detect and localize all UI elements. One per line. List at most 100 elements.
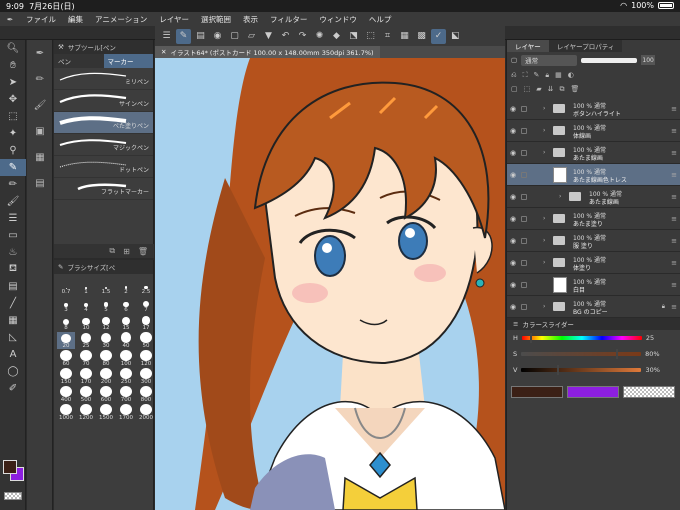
snap-icon[interactable]: ⌗ [380, 29, 395, 44]
layer-menu-icon[interactable]: ≡ [671, 105, 677, 113]
brush-size-option[interactable]: 500 [77, 386, 95, 403]
new-icon[interactable]: ▢ [227, 29, 242, 44]
grid-icon[interactable]: ▦ [397, 29, 412, 44]
visibility-eye-icon[interactable]: ◉ [510, 281, 516, 289]
reference-icon[interactable]: ⛶ [523, 71, 528, 80]
brush-size-option[interactable]: 50 [137, 332, 155, 349]
brush-item-sign-pen[interactable]: サインペン [54, 90, 153, 112]
menu-help[interactable]: ヘルプ [363, 14, 398, 25]
visibility-eye-icon[interactable]: ◉ [510, 149, 516, 157]
visibility-eye-icon[interactable]: ◉ [510, 171, 516, 179]
delete-subtool-icon[interactable]: 🗑︎ [138, 247, 148, 256]
lock-icon[interactable]: 🔒︎ [545, 71, 549, 80]
brush-size-option[interactable]: 1200 [77, 404, 95, 421]
layer-row[interactable]: ◉ › 100 % 通常 体線画 ≡ [507, 120, 680, 142]
menu-window[interactable]: ウィンドウ [313, 14, 363, 25]
redo-icon[interactable]: ↷ [295, 29, 310, 44]
eyedropper-icon[interactable]: ⚲ [0, 142, 26, 159]
move-icon[interactable]: ✥ [0, 91, 26, 108]
layer-settings-icon[interactable]: ▤ [193, 29, 208, 44]
ruler-icon[interactable]: ◺ [0, 329, 26, 346]
draft-icon[interactable]: ✎ [534, 71, 540, 79]
layer-row[interactable]: ◉ › 100 % 通常 ボタンハイライト ≡ [507, 98, 680, 120]
brush-size-option[interactable]: 170 [77, 368, 95, 385]
layer-menu-icon[interactable]: ≡ [671, 215, 677, 223]
folder-arrow-icon[interactable]: › [543, 127, 545, 134]
brush-size-option[interactable]: 150 [57, 368, 75, 385]
figure-icon[interactable]: ╱ [0, 295, 26, 312]
camera-icon[interactable]: ◉ [210, 29, 225, 44]
visibility-eye-icon[interactable]: ◉ [510, 259, 516, 267]
brush-size-option[interactable]: 8 [57, 314, 75, 331]
main-color-chip[interactable] [3, 460, 17, 474]
brush-size-option[interactable]: 1000 [57, 404, 75, 421]
airbrush-group-icon[interactable]: ▣ [27, 118, 53, 144]
layer-check-box[interactable] [521, 260, 527, 266]
menu-layer[interactable]: レイヤー [153, 14, 195, 25]
pen-settings-icon[interactable]: ✎ [176, 28, 191, 44]
brush-item-milli-pen[interactable]: ミリペン [54, 68, 153, 90]
brush-size-option[interactable]: 2 [117, 278, 135, 295]
tab-pen[interactable]: ペン [54, 54, 104, 68]
main-color-swatch[interactable] [511, 386, 563, 398]
brush-size-option[interactable]: 15 [117, 314, 135, 331]
layer-row[interactable]: ◉ › 100 % 通常 体塗り ≡ [507, 252, 680, 274]
menu-view[interactable]: 表示 [237, 14, 264, 25]
zoom-icon[interactable]: 🔍︎ [0, 40, 26, 57]
brush-size-option[interactable]: 120 [137, 350, 155, 367]
brush-size-option[interactable]: 1500 [97, 404, 115, 421]
pencil-group-icon[interactable]: ✏ [27, 66, 53, 92]
layer-check-box[interactable] [521, 282, 527, 288]
brush-size-option[interactable]: 2000 [137, 404, 155, 421]
balloon-icon[interactable]: ◯ [0, 363, 26, 380]
brush-item-fill-pen[interactable]: べた塗りペン [54, 112, 153, 134]
folder-arrow-icon[interactable]: › [559, 193, 561, 200]
blend-mode-select[interactable]: 通常 [521, 54, 578, 66]
auto-select-icon[interactable]: ✦ [0, 125, 26, 142]
hue-knob[interactable] [530, 333, 533, 343]
layer-row[interactable]: ◉ › 100 % 通常服 塗り ≡ [507, 230, 680, 252]
layer-row[interactable]: ◉ › 100 % 通常 BG のコピー 🔒︎ ≡ [507, 296, 680, 318]
transparent-color-chip[interactable] [4, 492, 22, 500]
layer-check-box[interactable] [521, 128, 527, 134]
correct-line-icon[interactable]: ✐ [0, 380, 26, 397]
layer-menu-icon[interactable]: ≡ [671, 259, 677, 267]
brush-size-option[interactable]: 80 [97, 350, 115, 367]
transform-icon[interactable]: ⬔ [346, 29, 361, 44]
folder-arrow-icon[interactable]: › [543, 303, 545, 310]
fill-selection-icon[interactable]: ◆ [329, 29, 344, 44]
tab-layer[interactable]: レイヤー [507, 40, 549, 52]
copy-layer-icon[interactable]: ⧉ [560, 85, 565, 94]
layer-menu-icon[interactable]: ≡ [671, 281, 677, 289]
brush-size-option[interactable]: 600 [97, 386, 115, 403]
sub-color-swatch[interactable] [567, 386, 619, 398]
layer-check-box[interactable] [521, 304, 527, 310]
brush-size-option[interactable]: 100 [117, 350, 135, 367]
visibility-eye-icon[interactable]: ◉ [510, 215, 516, 223]
deselect-icon[interactable]: ⬚ [363, 29, 378, 44]
save-icon[interactable]: ▼ [261, 29, 276, 44]
brush-size-option[interactable]: 6 [117, 296, 135, 313]
color-chips[interactable] [3, 460, 24, 482]
blend-icon[interactable]: ♨ [0, 244, 26, 261]
layer-row[interactable]: ◉ › 100 % 通常 あたま線画 ≡ [507, 142, 680, 164]
tab-layer-property[interactable]: レイヤープロパティ [548, 40, 623, 52]
brush-size-option[interactable]: 12 [97, 314, 115, 331]
layer-check-box[interactable] [521, 238, 527, 244]
brush-size-option[interactable]: 5 [97, 296, 115, 313]
opacity-value[interactable]: 100 [641, 55, 656, 65]
visibility-eye-icon[interactable]: ◉ [510, 127, 516, 135]
brush-size-option[interactable]: 250 [117, 368, 135, 385]
brush-size-option[interactable]: 7 [137, 296, 155, 313]
check-icon[interactable]: ✓ [431, 28, 446, 44]
fill-icon[interactable]: ⛾ [0, 261, 26, 278]
brush-size-option[interactable]: 10 [77, 314, 95, 331]
folder-arrow-icon[interactable]: › [543, 215, 545, 222]
brush-size-option[interactable]: 400 [57, 386, 75, 403]
open-icon[interactable]: ▱ [244, 29, 259, 44]
layer-check-box[interactable] [521, 194, 527, 200]
brush-size-option[interactable]: 60 [57, 350, 75, 367]
operation-icon[interactable]: ➤ [0, 74, 26, 91]
brush-size-option[interactable]: 25 [77, 332, 95, 349]
brush-size-option[interactable]: 800 [137, 386, 155, 403]
